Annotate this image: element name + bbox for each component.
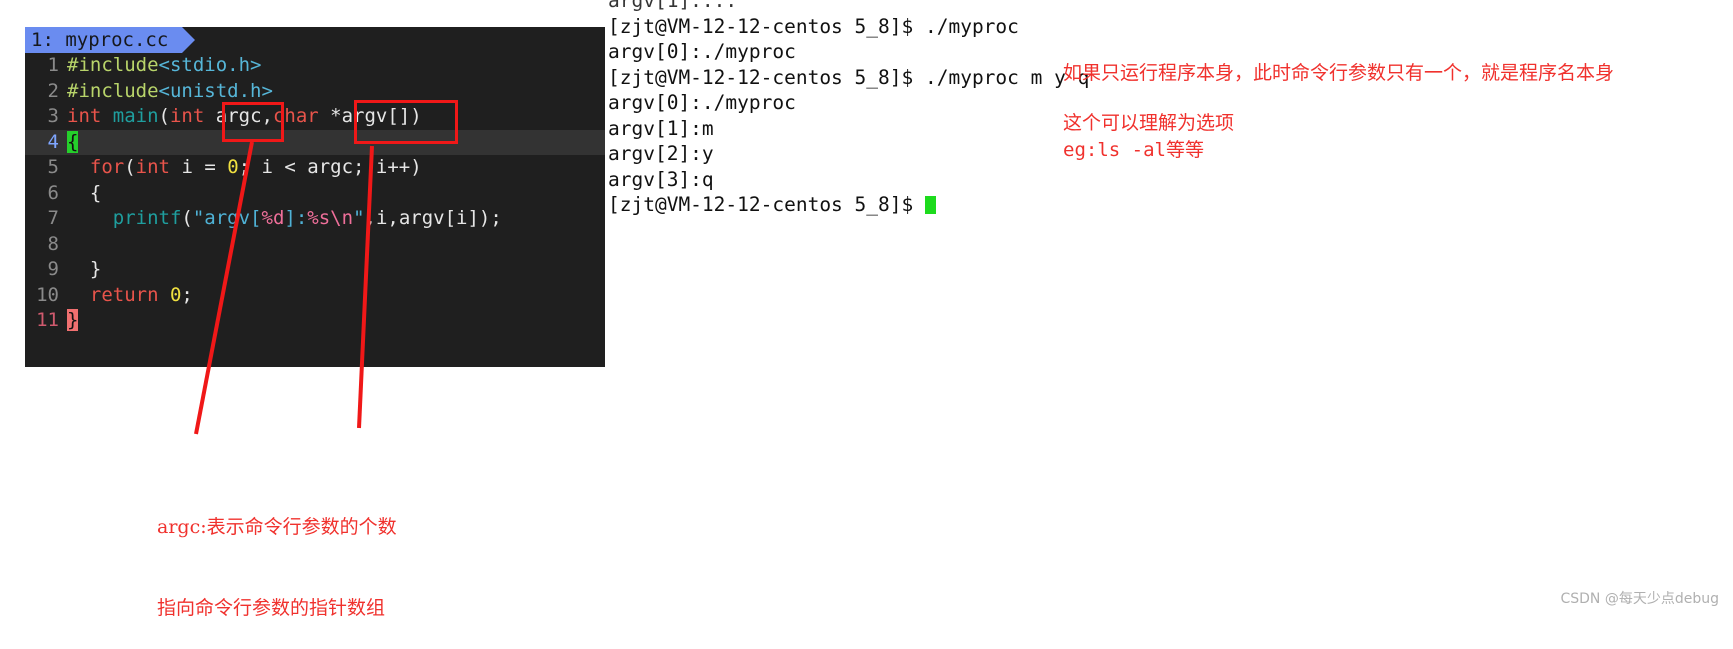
code-line[interactable]: 7 printf("argv[%d]:%s\n",i,argv[i]); (25, 206, 605, 232)
code-line[interactable]: 6 { (25, 181, 605, 207)
annotation-example-ls-al: eg:ls -al等等 (1063, 139, 1204, 161)
code-token: printf (112, 207, 182, 229)
code-token: #include (67, 79, 159, 102)
annotation-argc-line: argc:表示命令行参数的个数 (157, 516, 397, 538)
code-token: ,i,argv[i]); (364, 207, 502, 229)
code-line[interactable]: 11} (25, 308, 605, 334)
line-number: 11 (36, 309, 59, 331)
terminal-text: [zjt@VM-12-12-centos 5_8]$ ./myproc m y … (608, 65, 1090, 89)
code-token: ( (124, 156, 136, 178)
terminal-prompt-line: [zjt@VM-12-12-centos 5_8]$ (608, 192, 1308, 218)
code-token: { (67, 130, 79, 153)
code-line[interactable]: 8 (25, 232, 605, 258)
code-token: 0 (169, 283, 182, 306)
code-token: 0 (227, 156, 239, 178)
code-line[interactable]: 1 #include<stdio.h> (25, 53, 605, 79)
code-token: } (67, 258, 102, 280)
code-token: return (89, 283, 170, 306)
code-token: %d (261, 207, 285, 229)
code-token: ( (181, 207, 193, 229)
terminal-line: [zjt@VM-12-12-centos 5_8]$ ./myproc (608, 14, 1308, 40)
terminal-line: argv[1]:... (608, 0, 1308, 14)
terminal-line: argv[3]:q (608, 167, 1308, 193)
code-token: \n (330, 207, 354, 229)
terminal-cursor (924, 196, 936, 214)
code-token: char (272, 105, 331, 127)
line-number: 5 (47, 156, 59, 178)
code-line[interactable]: 9 } (25, 257, 605, 283)
terminal-text: argv[2]:y (608, 142, 714, 165)
terminal-text: argv[0]:./myproc (608, 40, 796, 63)
annotation-program-name-only: 如果只运行程序本身，此时命令行参数只有一个，就是程序名本身 (1063, 62, 1615, 84)
code-token: for (89, 156, 125, 178)
code-token: ; i < argc; i++) (238, 156, 422, 178)
code-line[interactable]: 2 #include<unistd.h> (25, 79, 605, 105)
line-number: 9 (47, 258, 59, 280)
annotation-options-note: 这个可以理解为选项 (1063, 112, 1235, 134)
code-token: <unistd.h> (158, 79, 273, 102)
code-token: *argv[]) (330, 105, 422, 127)
code-token: main (112, 105, 159, 127)
line-number: 10 (36, 283, 59, 306)
code-editor-panel[interactable]: 1: myproc.cc 1 #include<stdio.h> 2 #include… (25, 27, 605, 367)
code-lines-container[interactable]: 1 #include<stdio.h> 2 #include<unistd.h> 3 in… (25, 53, 605, 334)
code-token: } (67, 309, 79, 331)
line-number: 4 (47, 130, 59, 153)
terminal-text: [zjt@VM-12-12-centos 5_8]$ (608, 193, 925, 216)
terminal-text: [zjt@VM-12-12-centos 5_8]$ ./myproc (608, 14, 1019, 38)
annotation-argv-line: 指向命令行参数的指针数组 (157, 597, 386, 619)
code-token: #include (67, 54, 159, 76)
annotation-argc-argv-explanation: argc:表示命令行参数的个数 指向命令行参数的指针数组 (157, 460, 397, 649)
terminal-text: argv[1]:... (608, 0, 738, 12)
line-number: 7 (47, 207, 59, 229)
code-token: <stdio.h> (158, 54, 262, 76)
code-token: %s (307, 207, 331, 229)
code-token: { (67, 181, 102, 204)
terminal-text: argv[1]:m (608, 116, 714, 140)
line-number: 2 (47, 79, 59, 102)
code-token: int (67, 105, 113, 127)
code-token: ]: (284, 207, 308, 229)
line-number: 1 (47, 54, 59, 76)
code-line[interactable]: 3 int main(int argc,char *argv[]) (25, 104, 605, 130)
tab-myproc-cc[interactable]: 1: myproc.cc (25, 27, 196, 53)
code-token: i = (181, 156, 228, 178)
line-number: 8 (47, 232, 59, 255)
line-number: 6 (47, 181, 59, 204)
line-number: 3 (47, 105, 59, 127)
code-line[interactable]: 10 return 0; (25, 283, 605, 309)
code-token: ( (158, 105, 170, 127)
code-token: argc, (215, 105, 273, 127)
code-token: " (353, 207, 365, 229)
code-token: "argv[ (192, 207, 262, 229)
code-token: int (135, 156, 182, 178)
terminal-text: argv[0]:./myproc (608, 91, 796, 114)
code-line[interactable]: 5 for(int i = 0; i < argc; i++) (25, 155, 605, 181)
terminal-text: argv[3]:q (608, 167, 714, 191)
csdn-watermark: CSDN @每天少点debug (1560, 591, 1719, 607)
code-line[interactable]: 4{ (25, 129, 605, 155)
code-token: int (169, 105, 216, 127)
code-token: ; (181, 283, 193, 306)
editor-tabline: 1: myproc.cc (25, 27, 605, 53)
